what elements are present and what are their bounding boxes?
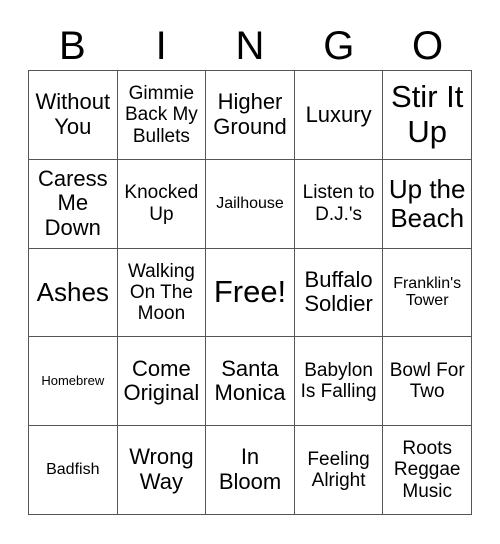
bingo-cell[interactable]: Badfish — [29, 426, 118, 515]
bingo-cell-label: Badfish — [46, 461, 100, 479]
bingo-cell-label: In Bloom — [218, 444, 282, 495]
bingo-cell[interactable]: Come Original — [117, 337, 207, 427]
bingo-cell[interactable]: Feeling Alright — [294, 426, 384, 515]
bingo-cell-label: Bowl For Two — [389, 360, 465, 403]
bingo-cell-label: Come Original — [123, 355, 200, 406]
bingo-cell[interactable]: Homebrew — [29, 337, 118, 427]
bingo-header-row: B I N G O — [28, 22, 472, 70]
bingo-cell[interactable]: Ashes — [29, 248, 118, 338]
bingo-cell[interactable]: Free! — [206, 248, 295, 338]
bingo-cell-label: Feeling Alright — [307, 448, 370, 492]
bingo-cell[interactable]: Caress Me Down — [29, 159, 118, 249]
bingo-cell[interactable]: Jailhouse — [206, 159, 295, 249]
bingo-cell-label: Franklin's Tower — [393, 274, 462, 310]
bingo-cell[interactable]: Stir It Up — [383, 71, 472, 160]
bingo-cell-label: Jailhouse — [216, 194, 284, 212]
bingo-cell-label: Stir It Up — [391, 79, 464, 149]
bingo-cell[interactable]: Babylon Is Falling — [294, 337, 384, 427]
bingo-cell[interactable]: Gimmie Back My Bullets — [117, 71, 207, 160]
bingo-cell-label: Caress Me Down — [37, 165, 108, 240]
header-letter-g: G — [323, 24, 355, 68]
bingo-cell[interactable]: Franklin's Tower — [383, 248, 472, 338]
bingo-cell-label: Santa Monica — [214, 355, 286, 406]
header-letter-b: B — [59, 24, 86, 68]
bingo-cell[interactable]: Buffalo Soldier — [294, 248, 384, 338]
bingo-cell[interactable]: Luxury — [294, 71, 384, 160]
bingo-cell-label: Free! — [213, 274, 287, 310]
bingo-cell-label: Gimmie Back My Bullets — [124, 83, 198, 147]
bingo-cell-label: Without You — [35, 89, 111, 139]
bingo-cell-label: Wrong Way — [129, 444, 194, 495]
bingo-cell-label: Walking On The Moon — [127, 260, 195, 325]
header-letter-n: N — [235, 24, 265, 68]
bingo-cell-label: Homebrew — [41, 373, 105, 389]
bingo-cell[interactable]: In Bloom — [206, 426, 295, 515]
bingo-cell[interactable]: Higher Ground — [206, 71, 295, 160]
bingo-cell[interactable]: Walking On The Moon — [117, 248, 207, 338]
header-letter-o: O — [412, 24, 444, 68]
bingo-cell-label: Buffalo Soldier — [304, 266, 373, 317]
header-letter-i: I — [155, 24, 167, 68]
bingo-cell-label: Up the Beach — [388, 173, 466, 233]
bingo-cell-label: Higher Ground — [213, 89, 287, 139]
bingo-cell-label: Listen to D.J.'s — [302, 182, 375, 225]
bingo-cell[interactable]: Up the Beach — [383, 159, 472, 249]
bingo-cell[interactable]: Bowl For Two — [383, 337, 472, 427]
bingo-cell[interactable]: Roots Reggae Music — [383, 426, 472, 515]
bingo-cell-label: Knocked Up — [124, 182, 199, 225]
bingo-cell-label: Babylon Is Falling — [300, 360, 377, 403]
bingo-cell[interactable]: Without You — [29, 71, 118, 160]
bingo-grid: Without You Gimmie Back My Bullets Higher … — [28, 70, 472, 515]
bingo-cell[interactable]: Knocked Up — [117, 159, 207, 249]
bingo-cell-label: Luxury — [305, 101, 372, 127]
bingo-cell-label: Ashes — [36, 276, 109, 307]
bingo-cell[interactable]: Wrong Way — [117, 426, 207, 515]
bingo-card: B I N G O Without You Gimmie Back My Bull… — [0, 0, 500, 544]
bingo-cell[interactable]: Santa Monica — [206, 337, 295, 427]
bingo-cell-label: Roots Reggae Music — [393, 438, 461, 502]
bingo-cell[interactable]: Listen to D.J.'s — [294, 159, 384, 249]
